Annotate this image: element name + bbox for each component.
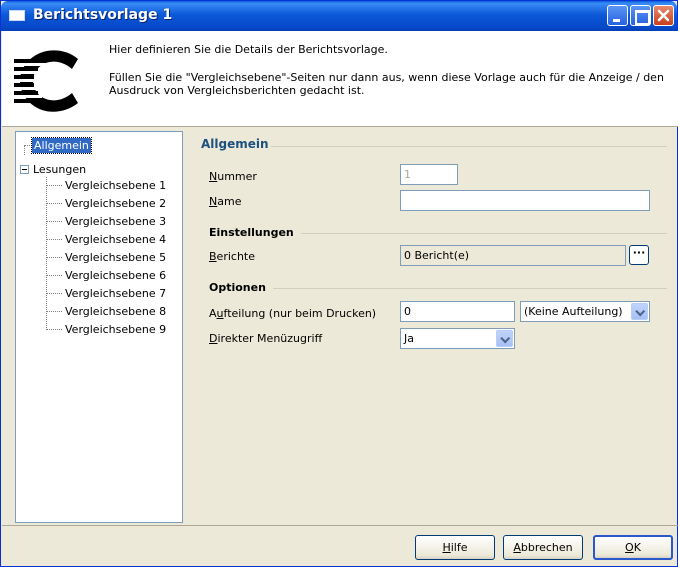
- cancel-button[interactable]: Abbrechen: [503, 535, 583, 560]
- tree-connector: [46, 257, 62, 258]
- name-label: Name: [209, 195, 242, 208]
- tree-item-vergleichsebene-8[interactable]: Vergleichsebene 8: [65, 304, 166, 319]
- aufteilung-select-value: (Keine Aufteilung): [524, 305, 623, 318]
- tree-item-vergleichsebene-3[interactable]: Vergleichsebene 3: [65, 214, 166, 229]
- chevron-down-icon[interactable]: [631, 303, 648, 320]
- footer-divider: [2, 525, 678, 526]
- header-description: Hier definieren Sie die Details der Beri…: [109, 43, 388, 56]
- tree-item-vergleichsebene-6[interactable]: Vergleichsebene 6: [65, 268, 166, 283]
- tree-collapse-icon[interactable]: [20, 165, 29, 174]
- section-divider: [301, 233, 667, 234]
- nummer-field[interactable]: 1: [400, 164, 458, 185]
- tree-item-vergleichsebene-1[interactable]: Vergleichsebene 1: [65, 178, 166, 193]
- tree-connector: [46, 275, 62, 276]
- name-field[interactable]: [400, 190, 650, 211]
- chevron-down-icon[interactable]: [496, 330, 513, 347]
- tree-item-lesungen[interactable]: Lesungen: [33, 162, 86, 177]
- aufteilung-select[interactable]: (Keine Aufteilung): [520, 301, 650, 322]
- aufteilung-field[interactable]: 0: [400, 301, 515, 322]
- minimize-button[interactable]: [607, 5, 628, 26]
- dialog-window: Berichtsvorlage 1 Hier definieren Sie di…: [0, 0, 678, 567]
- tree-connector: [46, 329, 62, 330]
- tree-item-vergleichsebene-4[interactable]: Vergleichsebene 4: [65, 232, 166, 247]
- tree-item-vergleichsebene-2[interactable]: Vergleichsebene 2: [65, 196, 166, 211]
- berichte-field: 0 Bericht(e): [400, 245, 626, 266]
- header-hint: Füllen Sie die "Vergleichsebene"-Seiten …: [109, 71, 664, 97]
- menu-select[interactable]: Ja: [400, 328, 515, 349]
- tree-connector: [46, 311, 62, 312]
- tree-connector: [46, 203, 62, 204]
- navigation-tree[interactable]: Allgemein Lesungen Vergleichsebene 1 Ver…: [15, 131, 183, 523]
- close-button[interactable]: [653, 5, 674, 26]
- dialog-header: Hier definieren Sie die Details der Beri…: [2, 31, 678, 127]
- tree-item-vergleichsebene-5[interactable]: Vergleichsebene 5: [65, 250, 166, 265]
- tree-connector: [24, 145, 25, 155]
- tree-item-vergleichsebene-9[interactable]: Vergleichsebene 9: [65, 322, 166, 337]
- ok-button[interactable]: OK: [593, 535, 673, 560]
- tree-connector: [46, 239, 62, 240]
- nummer-label: Nummer: [209, 170, 257, 183]
- berichte-label: Berichte: [209, 250, 255, 263]
- section-divider: [271, 146, 667, 147]
- help-button[interactable]: Hilfe: [415, 535, 495, 560]
- section-title-optionen: Optionen: [209, 281, 266, 294]
- tree-connector: [46, 177, 47, 330]
- berichte-browse-button[interactable]: ···: [629, 245, 649, 265]
- menu-label: Direkter Menüzugriff: [209, 332, 323, 345]
- section-title-einstellungen: Einstellungen: [209, 226, 294, 239]
- tree-item-allgemein[interactable]: Allgemein: [31, 137, 92, 154]
- tree-item-vergleichsebene-7[interactable]: Vergleichsebene 7: [65, 286, 166, 301]
- window-icon: [9, 10, 25, 21]
- maximize-button[interactable]: [630, 5, 651, 26]
- tree-connector: [46, 221, 62, 222]
- window-title: Berichtsvorlage 1: [33, 7, 173, 23]
- app-logo-icon: [14, 50, 78, 112]
- section-title-allgemein: Allgemein: [201, 137, 269, 151]
- tree-connector: [24, 145, 32, 146]
- close-icon: [657, 9, 670, 22]
- title-bar[interactable]: Berichtsvorlage 1: [1, 1, 677, 31]
- section-divider: [273, 288, 667, 289]
- aufteilung-label: Aufteilung (nur beim Drucken): [209, 307, 377, 320]
- tree-connector: [46, 293, 62, 294]
- tree-connector: [46, 185, 62, 186]
- menu-select-value: Ja: [404, 332, 414, 345]
